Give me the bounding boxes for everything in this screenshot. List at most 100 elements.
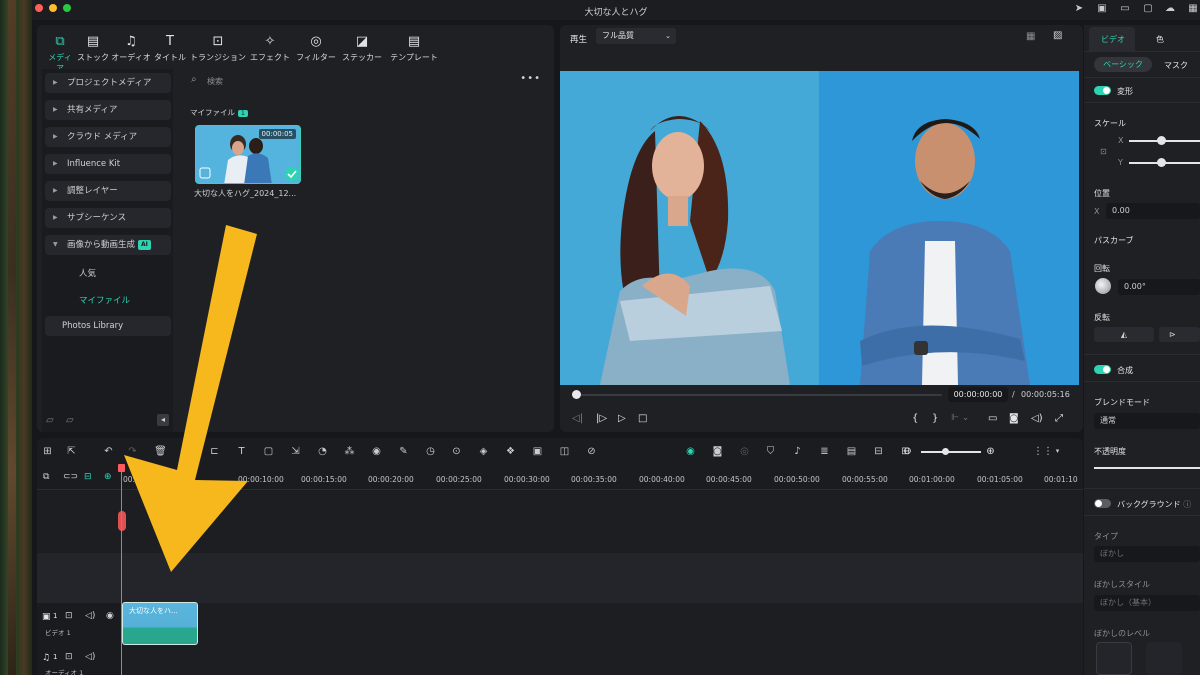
zoom-handle[interactable] bbox=[942, 448, 949, 455]
cloud-upload-icon[interactable]: ☁ bbox=[1164, 3, 1176, 15]
composite-toggle[interactable] bbox=[1094, 365, 1111, 374]
transform-toggle[interactable] bbox=[1094, 86, 1111, 95]
sidebar-item-shared-media[interactable]: ▶ 共有メディア bbox=[45, 100, 171, 120]
timeline-video-clip[interactable]: 大切な人をハ... bbox=[122, 602, 198, 645]
media-clip-thumbnail[interactable]: 00:00:05 bbox=[195, 125, 301, 184]
empty-track-area[interactable] bbox=[37, 491, 1083, 553]
add-track-icon[interactable]: ⧉ bbox=[43, 472, 49, 482]
flip-horizontal-button[interactable]: ◭ bbox=[1094, 327, 1154, 342]
drop-zone[interactable] bbox=[37, 553, 1083, 603]
scrubber-handle[interactable] bbox=[572, 390, 581, 399]
scale-x-handle[interactable] bbox=[1157, 136, 1166, 145]
grid-layout-icon[interactable]: ▦ bbox=[1026, 31, 1035, 42]
tab-color[interactable]: 色 bbox=[1156, 34, 1164, 45]
mute-icon[interactable]: ◁) bbox=[85, 652, 95, 662]
mark-in-icon[interactable]: { bbox=[912, 413, 918, 424]
tab-sticker[interactable]: ◪ ステッカー bbox=[339, 35, 385, 65]
quality-dropdown[interactable]: フル品質 ⌄ bbox=[596, 28, 676, 44]
mute-icon[interactable]: ◁) bbox=[85, 611, 95, 621]
microphone-icon[interactable]: ♪ bbox=[791, 445, 804, 458]
focus-icon[interactable]: ⊙ bbox=[450, 445, 463, 458]
tab-video[interactable]: ビデオ bbox=[1089, 27, 1135, 51]
play-icon[interactable]: ▷ bbox=[618, 413, 626, 424]
type-dropdown[interactable]: ぼかし bbox=[1094, 546, 1200, 562]
shield-icon[interactable]: ⛉ bbox=[764, 445, 777, 458]
tab-title[interactable]: T タイトル bbox=[151, 35, 189, 65]
playback-scrubber[interactable] bbox=[572, 394, 942, 396]
volume-icon[interactable]: ◁) bbox=[1031, 413, 1043, 424]
zoom-out-icon[interactable]: ⊖ bbox=[901, 445, 914, 458]
mask-icon[interactable]: ◈ bbox=[477, 445, 490, 458]
sidebar-item-project-media[interactable]: ▶ プロジェクトメディア bbox=[45, 73, 171, 93]
camera-icon[interactable]: ◙ bbox=[711, 445, 724, 458]
help-icon[interactable]: ⓘ bbox=[1183, 500, 1191, 509]
playhead-line[interactable] bbox=[121, 464, 122, 675]
timer-icon[interactable]: ◷ bbox=[424, 445, 437, 458]
sidebar-sub-popular[interactable]: 人気 bbox=[79, 267, 96, 279]
color-icon[interactable]: ⁂ bbox=[343, 445, 356, 458]
mark-out-icon[interactable]: } bbox=[932, 413, 938, 424]
visibility-eye-icon[interactable]: ◉ bbox=[106, 611, 114, 621]
collapse-sidebar-icon[interactable]: ◂ bbox=[157, 414, 169, 426]
link-track-icon[interactable]: ⊂⊃ bbox=[63, 472, 78, 482]
more-options-icon[interactable]: ••• bbox=[520, 73, 541, 84]
position-x-field[interactable]: 0.00 bbox=[1106, 203, 1200, 219]
tab-transition[interactable]: ⊡ トランジション bbox=[189, 35, 247, 65]
redo-icon[interactable]: ↷ bbox=[126, 445, 139, 458]
current-timecode[interactable]: 00:00:00:00 bbox=[948, 387, 1008, 402]
transform-icon[interactable]: ⇲ bbox=[289, 445, 302, 458]
playhead-marker[interactable] bbox=[118, 511, 126, 531]
folder-icon[interactable]: ▱ bbox=[66, 415, 74, 426]
lock-ratio-icon[interactable]: ⊡ bbox=[1100, 147, 1107, 156]
previous-frame-icon[interactable]: ◁| bbox=[572, 413, 583, 424]
blur-style-dropdown[interactable]: ぼかし（基本） bbox=[1094, 595, 1200, 611]
subtitle-icon[interactable]: ≣ bbox=[818, 445, 831, 458]
tab-media[interactable]: ⧉ メディア bbox=[45, 35, 75, 74]
background-toggle[interactable] bbox=[1094, 499, 1111, 508]
tab-stock[interactable]: ▤ ストック bbox=[75, 35, 111, 65]
tab-effect[interactable]: ✧ エフェクト bbox=[247, 35, 293, 65]
tab-template[interactable]: ▤ テンプレート bbox=[385, 35, 443, 65]
speed-icon[interactable]: ◔ bbox=[316, 445, 329, 458]
tts-icon[interactable]: ▤ bbox=[845, 445, 858, 458]
stop-icon[interactable]: □ bbox=[638, 413, 647, 424]
marker-dropdown-icon[interactable]: ⊩ ⌄ bbox=[951, 413, 969, 423]
monitor-icon[interactable]: ▭ bbox=[1119, 3, 1131, 15]
timeline-ruler[interactable]: ⧉ ⊂⊃ ⊟ ⊕ 00:00 00:00:10:00 00:00:15:00 0… bbox=[37, 468, 1083, 490]
blur-level-option[interactable] bbox=[1146, 642, 1182, 675]
subtab-mask[interactable]: マスク bbox=[1164, 60, 1188, 71]
group-icon[interactable]: ❖ bbox=[504, 445, 517, 458]
zoom-in-icon[interactable]: ⊕ bbox=[984, 445, 997, 458]
tab-filter[interactable]: ◎ フィルター bbox=[293, 35, 339, 65]
sidebar-item-cloud-media[interactable]: ▶ クラウド メディア bbox=[45, 127, 171, 147]
display-settings-icon[interactable]: ▭ bbox=[988, 413, 997, 424]
send-icon[interactable]: ➤ bbox=[1073, 3, 1085, 15]
ai-tool-icon[interactable]: ◉ bbox=[370, 445, 383, 458]
sidebar-item-influence-kit[interactable]: ▶ Influence Kit bbox=[45, 154, 171, 174]
text-tool-icon[interactable]: T bbox=[235, 445, 248, 458]
grid-icon[interactable]: ▦ bbox=[1187, 3, 1199, 15]
freeze-icon[interactable]: ◫ bbox=[558, 445, 571, 458]
fullscreen-icon[interactable]: ⤢ bbox=[1055, 413, 1063, 424]
chevron-down-icon[interactable]: ▾ bbox=[1051, 445, 1064, 458]
snapshot-image-icon[interactable]: ▨ bbox=[1053, 30, 1062, 41]
lock-icon[interactable]: ⊡ bbox=[65, 611, 73, 621]
undo-icon[interactable]: ↶ bbox=[102, 445, 115, 458]
search-input[interactable] bbox=[207, 73, 467, 89]
save-icon[interactable]: ▣ bbox=[1096, 3, 1108, 15]
rotation-field[interactable]: 0.00° bbox=[1118, 279, 1200, 295]
edit-icon[interactable]: ✎ bbox=[397, 445, 410, 458]
zoom-slider[interactable] bbox=[921, 451, 981, 453]
replace-icon[interactable]: ⊟ bbox=[872, 445, 885, 458]
sidebar-sub-myfiles[interactable]: マイファイル bbox=[79, 294, 130, 306]
delete-icon[interactable]: 🗑 bbox=[154, 445, 167, 458]
subtab-basic[interactable]: ベーシック bbox=[1094, 57, 1152, 72]
flip-vertical-button[interactable]: ⊳ bbox=[1159, 327, 1200, 342]
rotation-dial[interactable] bbox=[1095, 278, 1111, 294]
sidebar-item-adjustment-layer[interactable]: ▶ 調整レイヤー bbox=[45, 181, 171, 201]
opacity-slider[interactable] bbox=[1094, 467, 1200, 469]
audio-track[interactable] bbox=[37, 645, 1083, 675]
more-layout-icon[interactable]: ⋮⋮ bbox=[1033, 445, 1053, 458]
blur-level-option[interactable] bbox=[1096, 642, 1132, 675]
scale-y-handle[interactable] bbox=[1157, 158, 1166, 167]
